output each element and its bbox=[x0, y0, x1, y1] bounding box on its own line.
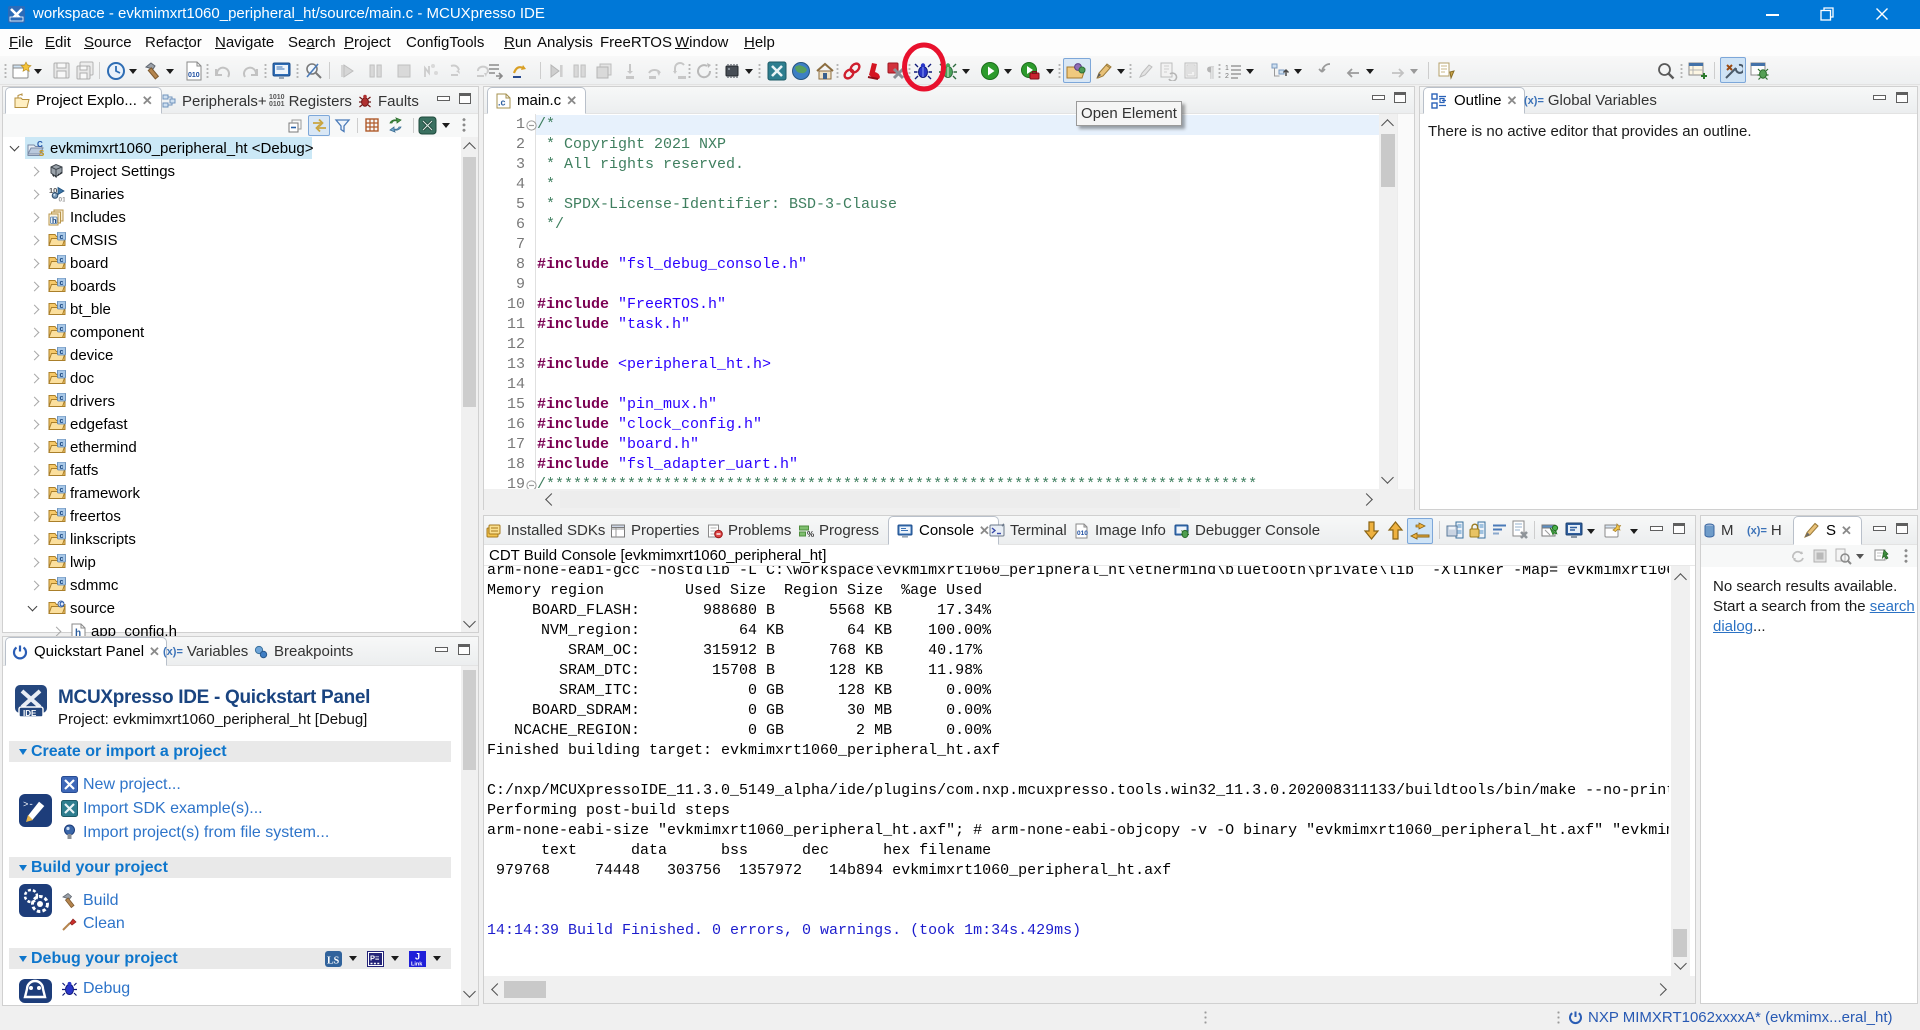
svg-text:1: 1 bbox=[1225, 65, 1229, 72]
svg-text:c: c bbox=[60, 395, 64, 402]
svg-text:J: J bbox=[415, 952, 420, 962]
svg-text:S: S bbox=[39, 149, 45, 157]
svg-text:c: c bbox=[60, 533, 64, 540]
svg-text:LS: LS bbox=[327, 956, 340, 967]
svg-text:c: c bbox=[60, 280, 64, 287]
svg-text:c: c bbox=[60, 487, 64, 494]
svg-text:c: c bbox=[60, 510, 64, 517]
svg-text:010: 010 bbox=[1077, 530, 1088, 537]
svg-text:¶: ¶ bbox=[1207, 64, 1215, 81]
svg-text:C: C bbox=[59, 602, 64, 609]
svg-text:IDE: IDE bbox=[23, 709, 37, 718]
svg-text:Link: Link bbox=[411, 962, 423, 968]
svg-text:c: c bbox=[60, 303, 64, 310]
svg-text:c: c bbox=[60, 441, 64, 448]
svg-text:>-: >- bbox=[23, 800, 34, 810]
svg-text:c: c bbox=[60, 326, 64, 333]
svg-text:c: c bbox=[60, 418, 64, 425]
svg-text:h: h bbox=[52, 216, 57, 225]
svg-text:%: % bbox=[807, 530, 814, 539]
svg-text:01: 01 bbox=[59, 197, 66, 204]
svg-text:c: c bbox=[60, 234, 64, 241]
svg-text:C: C bbox=[37, 140, 43, 149]
svg-text:c: c bbox=[60, 372, 64, 379]
svg-text:c: c bbox=[60, 257, 64, 264]
svg-text:c: c bbox=[60, 579, 64, 586]
svg-text:c: c bbox=[60, 556, 64, 563]
svg-text:.c: .c bbox=[498, 97, 506, 107]
svg-text:010: 010 bbox=[188, 72, 200, 79]
svg-text:2: 2 bbox=[1225, 73, 1229, 80]
svg-text:c: c bbox=[60, 464, 64, 471]
svg-text:P≡: P≡ bbox=[370, 954, 380, 963]
svg-text:c: c bbox=[60, 349, 64, 356]
